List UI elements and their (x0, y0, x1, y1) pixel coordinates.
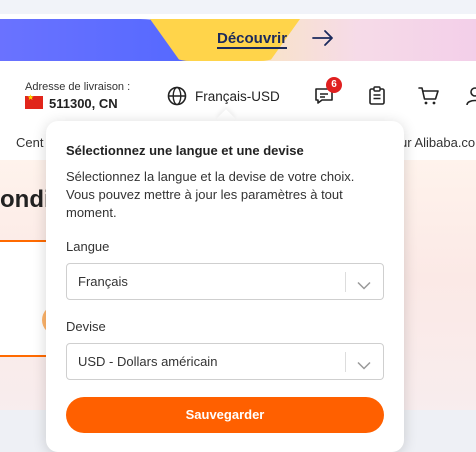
popover-title: Sélectionnez une langue et une devise (66, 143, 304, 158)
promo-banner[interactable]: Découvrir (0, 19, 476, 61)
nav-item-left[interactable]: Cent (16, 135, 43, 150)
message-count-badge: 6 (326, 77, 342, 93)
language-select[interactable]: Français (66, 263, 384, 300)
select-separator (345, 272, 346, 292)
save-button[interactable]: Sauvegarder (66, 397, 384, 433)
language-currency-selector[interactable]: Français-USD (195, 89, 280, 104)
nav-item-right[interactable]: ur Alibaba.co (400, 135, 475, 150)
delivery-value[interactable]: 511300, CN (49, 96, 118, 111)
language-label: Langue (66, 239, 110, 254)
language-select-value: Français (78, 274, 128, 289)
select-separator (345, 352, 346, 372)
top-strip (0, 0, 476, 14)
delivery-label: Adresse de livraison : (25, 81, 131, 93)
language-currency-popover: Sélectionnez une langue et une devise Sé… (46, 121, 404, 452)
promo-discover-link[interactable]: Découvrir (217, 31, 288, 49)
clipboard-icon[interactable] (368, 86, 386, 111)
popover-description: Sélectionnez la langue et la devise de v… (66, 169, 355, 220)
china-flag-icon (25, 93, 43, 109)
user-icon[interactable] (466, 86, 476, 111)
chevron-down-icon[interactable] (357, 357, 371, 375)
currency-label: Devise (66, 319, 106, 334)
page-heading: ondi (0, 186, 51, 213)
cart-icon[interactable] (418, 86, 440, 111)
arrow-right-icon[interactable] (312, 29, 334, 52)
currency-select-value: USD - Dollars américain (78, 354, 218, 369)
chevron-down-icon[interactable] (357, 277, 371, 295)
globe-icon[interactable] (167, 86, 187, 111)
currency-select[interactable]: USD - Dollars américain (66, 343, 384, 380)
